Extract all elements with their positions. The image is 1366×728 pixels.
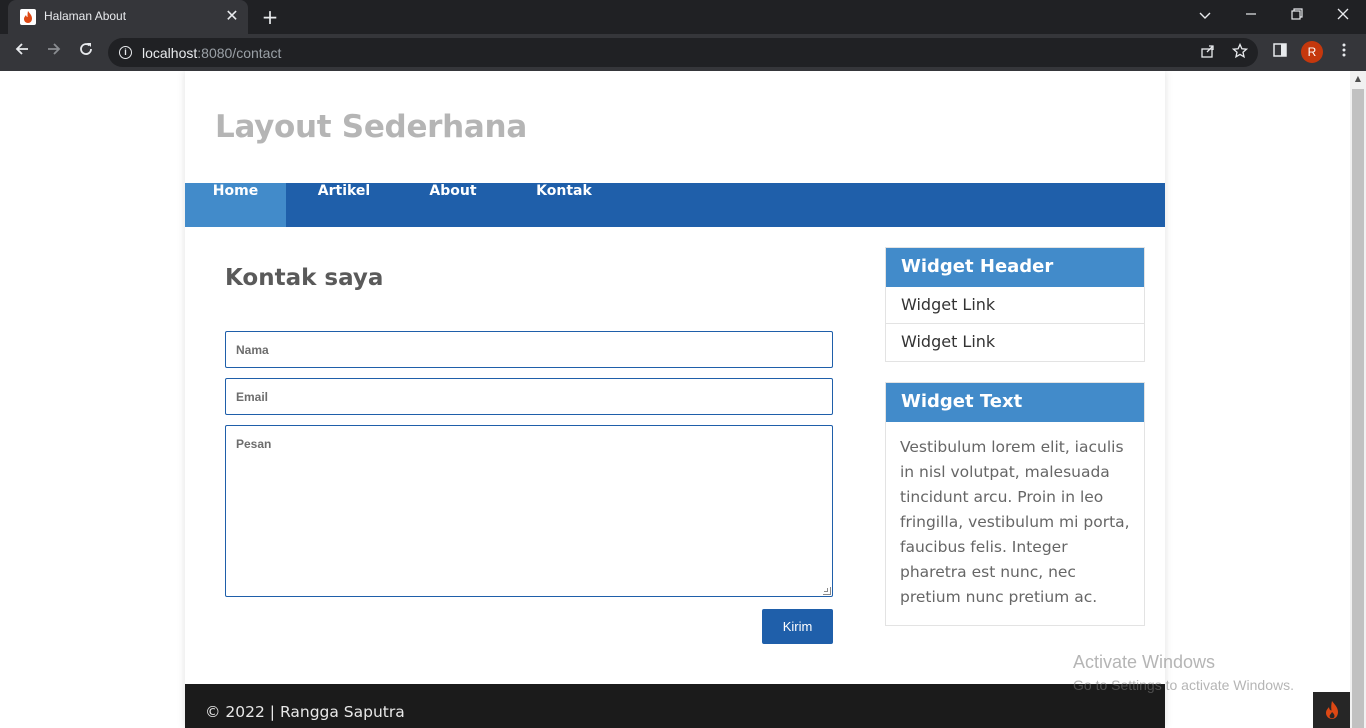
minimize-icon[interactable] <box>1236 4 1266 28</box>
browser-toolbar: i localhost:8080/contact R <box>0 34 1366 71</box>
widget-header: Widget Header <box>886 248 1144 287</box>
side-panel-icon[interactable] <box>1268 40 1292 64</box>
widget-text-header: Widget Text <box>886 383 1144 422</box>
widget-links: Widget Header Widget Link Widget Link <box>885 247 1145 362</box>
debug-toolbar-toggle[interactable] <box>1313 692 1350 728</box>
profile-avatar[interactable]: R <box>1301 41 1323 63</box>
email-field[interactable]: Email <box>225 378 833 415</box>
widget-text-body: Vestibulum lorem elit, iaculis in nisl v… <box>900 438 1130 606</box>
nav-item-kontak[interactable]: Kontak <box>504 183 624 227</box>
activate-windows-title: Activate Windows <box>1073 652 1216 672</box>
email-placeholder: Email <box>236 390 269 404</box>
site-title: Layout Sederhana <box>215 109 527 145</box>
page-container: Layout Sederhana Home Artikel About Kont… <box>185 71 1165 728</box>
footer-copyright: © 2022 | Rangga Saputra <box>205 703 405 721</box>
message-placeholder: Pesan <box>236 437 272 451</box>
scroll-thumb[interactable] <box>1352 89 1364 728</box>
name-field[interactable]: Nama <box>225 331 833 368</box>
address-bar[interactable]: i localhost:8080/contact <box>108 38 1258 67</box>
codeigniter-favicon-icon <box>20 9 36 25</box>
back-icon[interactable] <box>10 40 34 64</box>
browser-titlebar: Halaman About ✕ + <box>0 0 1366 34</box>
message-textarea[interactable]: Pesan <box>225 425 833 597</box>
widget-link[interactable]: Widget Link <box>886 324 1144 361</box>
widget-text: Widget Text Vestibulum lorem elit, iacul… <box>885 382 1145 626</box>
more-icon[interactable] <box>1332 40 1356 64</box>
new-tab-icon[interactable]: + <box>258 6 282 28</box>
close-window-icon[interactable] <box>1328 4 1358 28</box>
nav-item-home[interactable]: Home <box>185 183 286 227</box>
chevron-down-icon[interactable] <box>1190 4 1220 28</box>
browser-tab[interactable]: Halaman About ✕ <box>8 0 248 34</box>
resize-handle-icon[interactable] <box>823 587 831 595</box>
info-icon[interactable]: i <box>119 46 132 59</box>
widget-link[interactable]: Widget Link <box>886 287 1144 324</box>
main-nav: Home Artikel About Kontak <box>185 183 1165 227</box>
close-tab-icon[interactable]: ✕ <box>224 8 240 24</box>
share-icon[interactable] <box>1198 43 1218 63</box>
forward-icon[interactable] <box>42 40 66 64</box>
submit-button[interactable]: Kirim <box>762 609 833 644</box>
reload-icon[interactable] <box>74 40 98 64</box>
site-footer: © 2022 | Rangga Saputra <box>185 684 1165 728</box>
url-host: localhost <box>142 45 198 61</box>
scroll-up-icon[interactable]: ▲ <box>1350 71 1366 87</box>
star-icon[interactable] <box>1230 42 1250 63</box>
nav-item-artikel[interactable]: Artikel <box>286 183 402 227</box>
activate-windows-subtitle: Go to Settings to activate Windows. <box>1073 677 1294 693</box>
page-viewport: Layout Sederhana Home Artikel About Kont… <box>0 71 1366 728</box>
site-header: Layout Sederhana <box>185 71 1165 183</box>
page-scrollbar[interactable]: ▲ <box>1350 71 1366 728</box>
page-title: Kontak saya <box>225 265 384 291</box>
name-placeholder: Nama <box>236 343 269 357</box>
tab-title: Halaman About <box>44 9 127 23</box>
url-path: :8080/contact <box>197 45 282 61</box>
url-text: localhost:8080/contact <box>142 45 281 61</box>
nav-item-about[interactable]: About <box>402 183 504 227</box>
codeigniter-flame-icon <box>1325 700 1339 720</box>
restore-icon[interactable] <box>1282 4 1312 28</box>
